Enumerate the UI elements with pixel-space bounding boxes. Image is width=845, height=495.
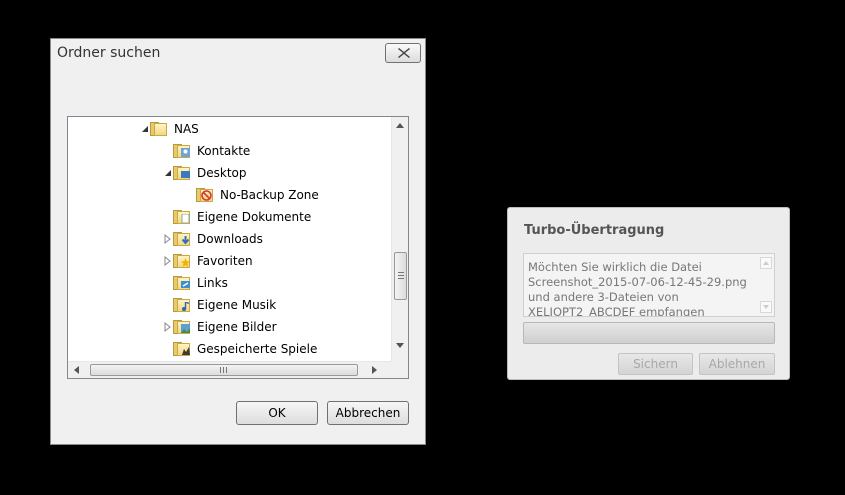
collapsed-arrow-icon[interactable] — [163, 234, 173, 244]
close-icon — [398, 48, 410, 58]
folder-icon — [150, 122, 168, 136]
scroll-up-arrow-icon[interactable] — [396, 123, 404, 128]
tree-item-gespeicherte-spiele[interactable]: Gespeicherte Spiele — [173, 339, 317, 359]
ok-button[interactable]: OK — [236, 401, 318, 425]
scroll-down-button[interactable] — [760, 301, 772, 313]
turbo-transfer-dialog: Turbo-Übertragung Möchten Sie wirklich d… — [507, 207, 790, 380]
transfer-progress-bar — [523, 322, 775, 344]
tree-item-label: Eigene Bilder — [197, 320, 277, 334]
message-line: und andere 3-Dateien von — [528, 290, 679, 304]
desktop-folder-icon — [173, 166, 191, 180]
scrollbar-corner — [391, 361, 408, 378]
downloads-folder-icon — [173, 232, 191, 246]
favorites-folder-icon — [173, 254, 191, 268]
message-line: XELIOPT2_ABCDEF empfangen — [528, 305, 705, 317]
scroll-right-arrow-icon[interactable] — [372, 366, 377, 374]
tree-item-label: Gespeicherte Spiele — [197, 342, 318, 356]
scroll-down-arrow-icon — [763, 305, 769, 309]
tree-item-nas[interactable]: NAS — [142, 119, 199, 139]
tree-item-eigene-musik[interactable]: Eigene Musik — [173, 295, 276, 315]
decline-button[interactable]: Ablehnen — [699, 353, 775, 375]
tree-item-label: Eigene Dokumente — [197, 210, 312, 224]
no-backup-folder-icon — [196, 188, 214, 202]
tree-item-eigene-bilder[interactable]: Eigene Bilder — [164, 317, 277, 337]
folder-tree[interactable]: NAS Kontakte Desktop No-Backup Zone Eige… — [67, 116, 409, 379]
tree-item-label: Eigene Musik — [197, 298, 277, 312]
tree-item-label: Links — [197, 276, 228, 290]
saved-games-folder-icon — [173, 342, 191, 356]
vertical-scrollbar[interactable] — [391, 117, 408, 361]
dialog-title: Ordner suchen — [57, 45, 161, 61]
close-button[interactable] — [385, 43, 421, 63]
tree-item-no-backup-zone[interactable]: No-Backup Zone — [196, 185, 319, 205]
contacts-folder-icon — [173, 144, 191, 158]
tree-item-desktop[interactable]: Desktop — [165, 163, 247, 183]
message-text: Möchten Sie wirklich die Datei Screensho… — [528, 260, 756, 317]
horizontal-scroll-thumb[interactable] — [90, 364, 358, 376]
tree-item-kontakte[interactable]: Kontakte — [173, 141, 250, 161]
expanded-arrow-icon[interactable] — [163, 168, 173, 178]
tree-item-label: Favoriten — [197, 254, 253, 268]
scroll-left-arrow-icon[interactable] — [74, 366, 79, 374]
scroll-down-arrow-icon[interactable] — [396, 343, 404, 348]
tree-item-eigene-dokumente[interactable]: Eigene Dokumente — [173, 207, 311, 227]
tree-item-label: Kontakte — [197, 144, 251, 158]
tree-item-label: Downloads — [197, 232, 263, 246]
message-line: Screenshot_2015-07-06-12-45-29.png — [528, 275, 747, 289]
scroll-up-arrow-icon — [763, 261, 769, 265]
tree-item-downloads[interactable]: Downloads — [164, 229, 263, 249]
save-button[interactable]: Sichern — [618, 353, 693, 375]
message-line: Möchten Sie wirklich die Datei — [528, 260, 702, 274]
folder-browser-dialog: Ordner suchen NAS Kontakte Desktop No-Ba — [50, 38, 426, 445]
message-scrollbar[interactable] — [758, 254, 774, 316]
collapsed-arrow-icon[interactable] — [163, 322, 173, 332]
documents-folder-icon — [173, 210, 191, 224]
scroll-up-button[interactable] — [760, 257, 772, 269]
tree-item-label: NAS — [174, 122, 199, 136]
tree-item-label: No-Backup Zone — [220, 188, 319, 202]
links-folder-icon — [173, 276, 191, 290]
music-folder-icon — [173, 298, 191, 312]
collapsed-arrow-icon[interactable] — [163, 256, 173, 266]
message-box: Möchten Sie wirklich die Datei Screensho… — [523, 253, 775, 317]
tree-item-links[interactable]: Links — [173, 273, 228, 293]
cancel-button[interactable]: Abbrechen — [327, 401, 409, 425]
expanded-arrow-icon[interactable] — [140, 124, 150, 134]
dialog-title: Turbo-Übertragung — [524, 223, 665, 238]
tree-item-favoriten[interactable]: Favoriten — [164, 251, 253, 271]
tree-item-label: Desktop — [197, 166, 247, 180]
vertical-scroll-thumb[interactable] — [394, 252, 407, 300]
pictures-folder-icon — [173, 320, 191, 334]
horizontal-scrollbar[interactable] — [68, 361, 391, 378]
